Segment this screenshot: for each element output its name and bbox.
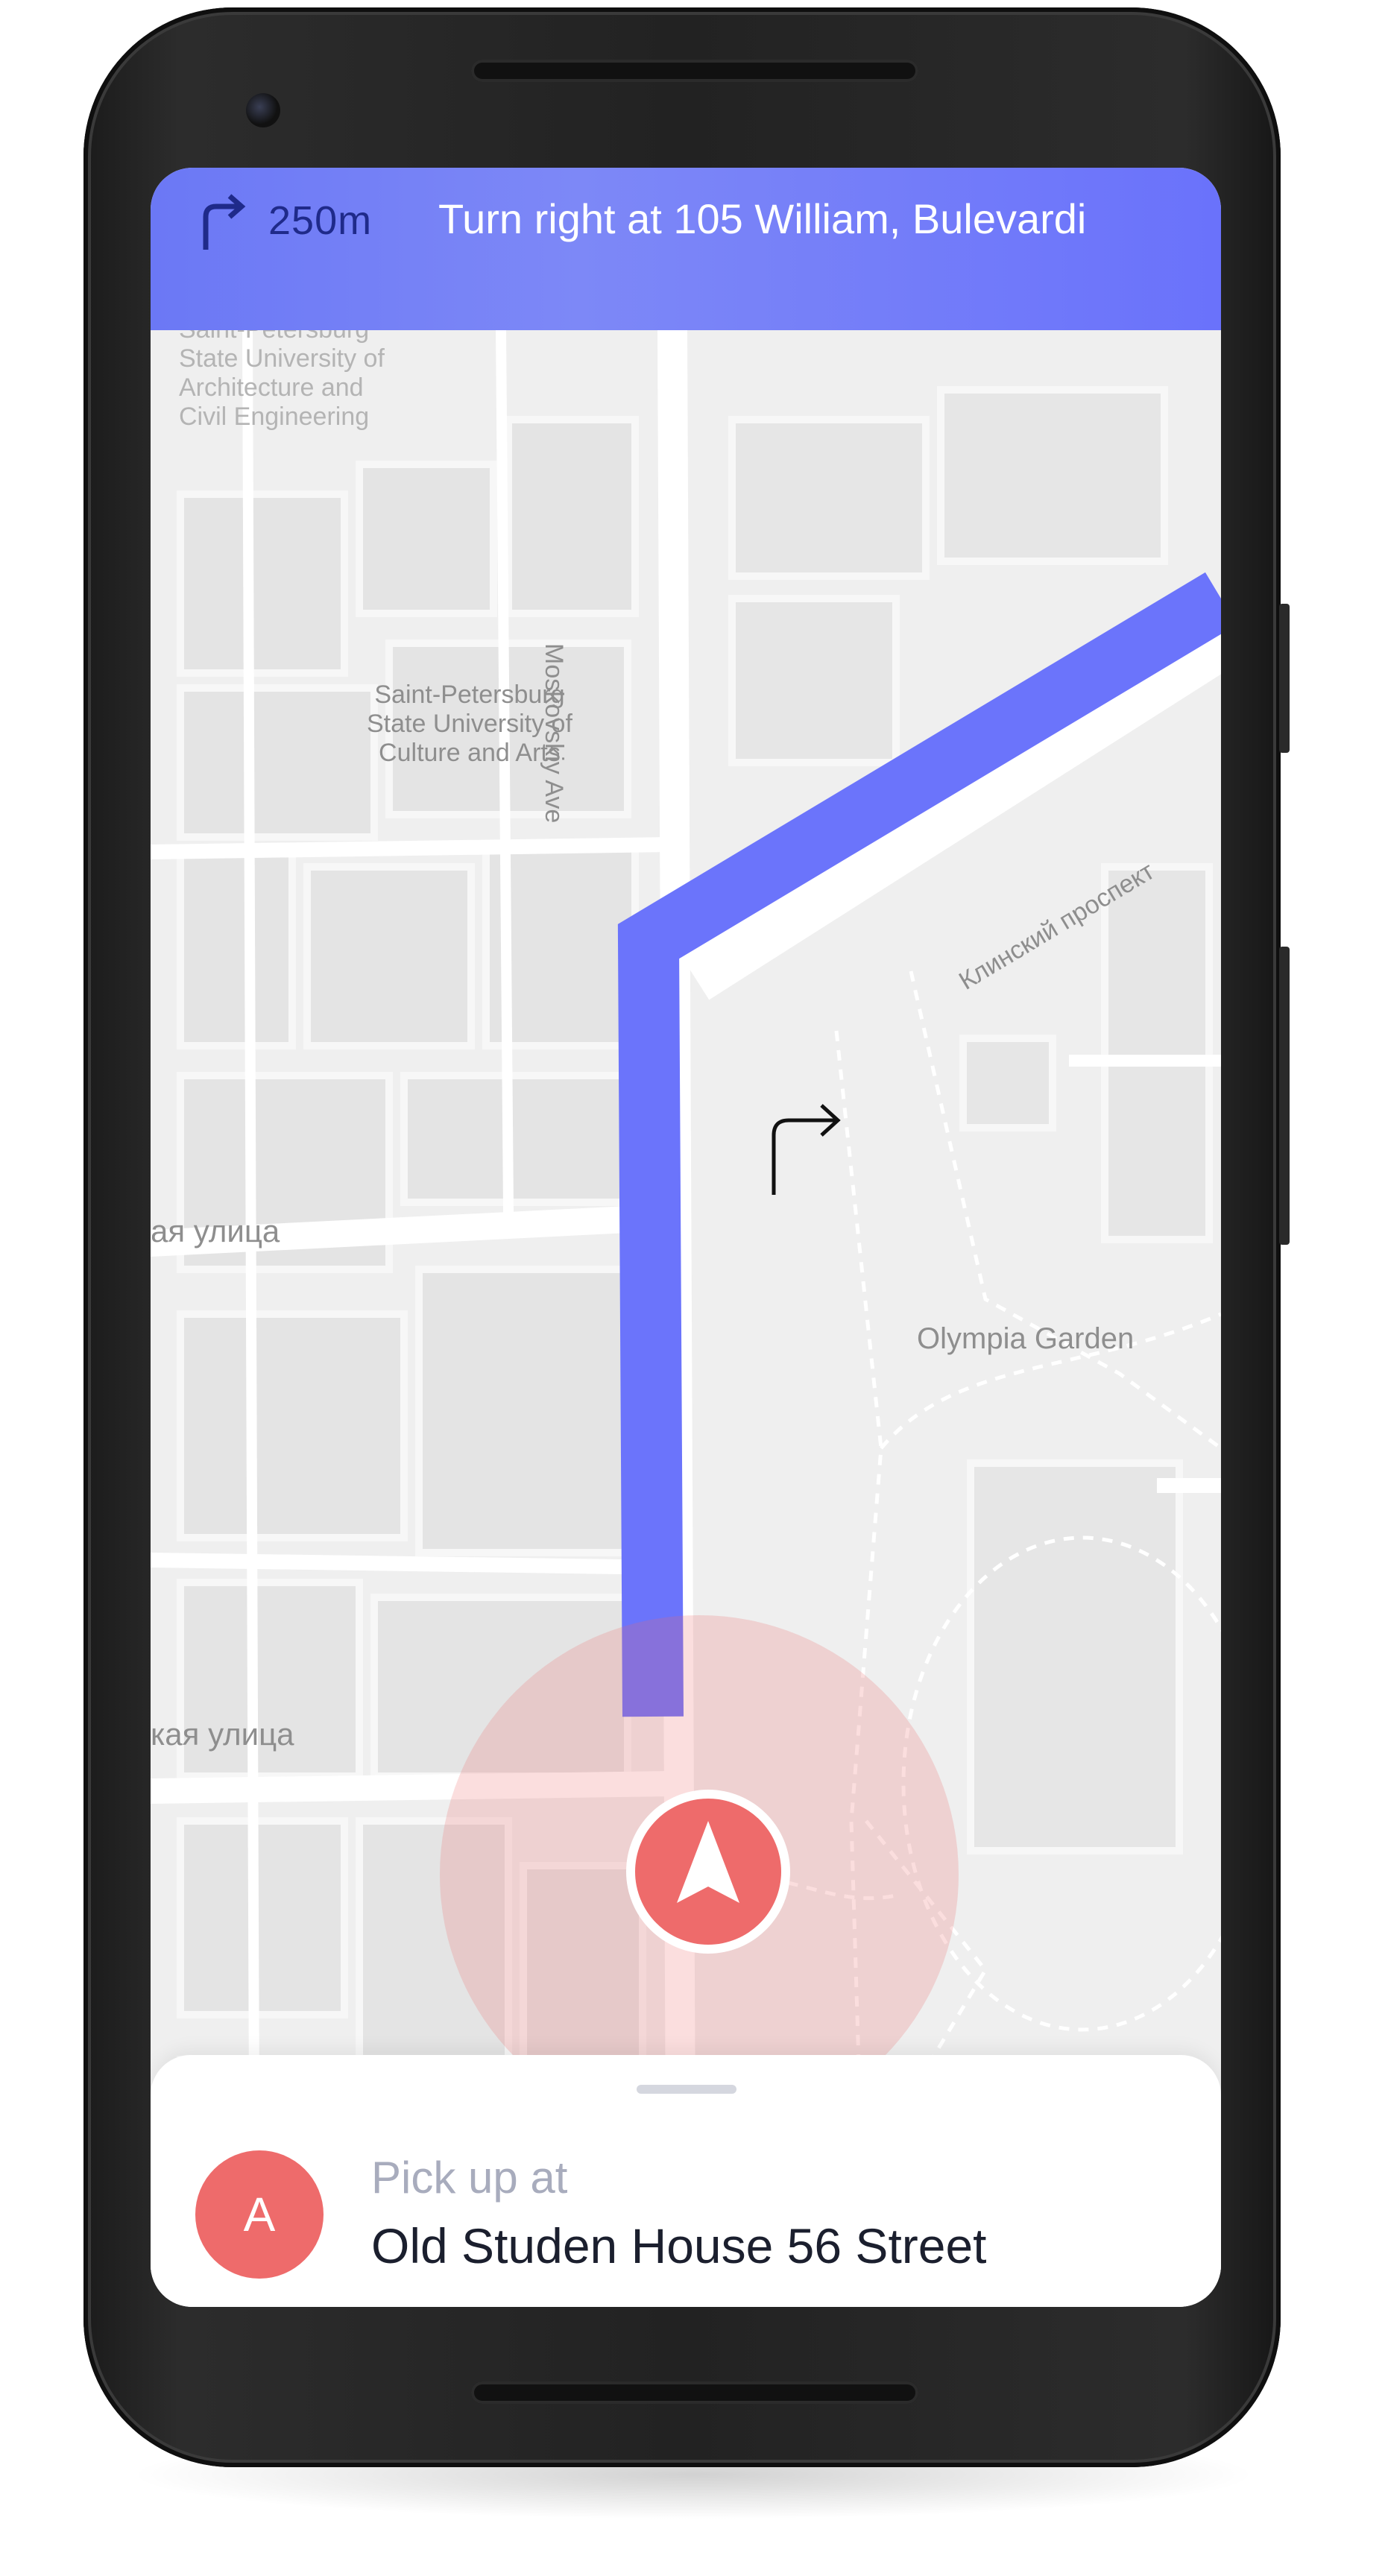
map-label-olympia-garden: Olympia Garden [917, 1322, 1135, 1355]
map-label-moskovsky-ave: Moskovskiy Ave [540, 643, 568, 824]
map-canvas [151, 330, 1221, 2307]
turn-instruction-banner[interactable]: 250m Turn right at 105 William, Bulevard… [151, 168, 1221, 330]
app-screen: Saint-PetersburgState University ofArchi… [151, 168, 1221, 2307]
pickup-address: Old Studen House 56 Street [371, 2218, 987, 2273]
pickup-label: Pick up at [371, 2153, 568, 2203]
volume-button [1279, 947, 1290, 1245]
turn-distance: 250m [268, 198, 373, 243]
pickup-point-avatar: A [195, 2150, 324, 2279]
device-mockup: Saint-PetersburgState University ofArchi… [0, 0, 1385, 2576]
turn-instruction-text: Turn right at 105 William, Bulevardi [438, 195, 1087, 242]
front-camera-icon [246, 93, 280, 127]
power-button [1279, 604, 1290, 753]
map-label-street-2: кая улица [151, 1717, 294, 1752]
navigation-arrow-icon [626, 1790, 790, 1954]
earpiece-speaker [471, 60, 918, 82]
map-label-university-architecture: Saint-PetersburgState University ofArchi… [179, 315, 385, 432]
map-view[interactable]: Saint-PetersburgState University ofArchi… [151, 315, 1221, 2307]
pickup-bottom-sheet[interactable]: A Pick up at Old Studen House 56 Street [151, 2055, 1221, 2307]
turn-right-icon [203, 194, 246, 250]
sheet-drag-handle[interactable] [637, 2085, 736, 2094]
map-label-street-1: ая улица [151, 1213, 280, 1248]
bottom-speaker [471, 2381, 918, 2404]
